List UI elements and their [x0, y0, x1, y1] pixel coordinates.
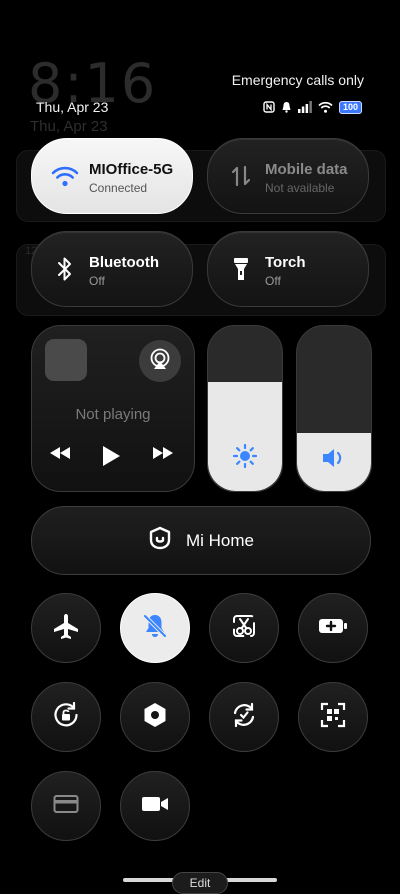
- torch-title: Torch: [265, 254, 306, 271]
- previous-icon: [49, 446, 71, 465]
- previous-button[interactable]: [49, 446, 71, 465]
- brightness-slider[interactable]: [207, 325, 283, 492]
- album-art[interactable]: [45, 339, 87, 381]
- auto-sync-toggle[interactable]: [209, 682, 279, 752]
- bluetooth-tile[interactable]: Bluetooth Off: [31, 231, 193, 307]
- settings-toggle[interactable]: [120, 682, 190, 752]
- hexagon-icon: [143, 702, 167, 733]
- edit-button[interactable]: Edit: [172, 872, 228, 894]
- mobile-data-tile[interactable]: Mobile data Not available: [207, 138, 369, 214]
- next-button[interactable]: [152, 446, 174, 465]
- card-icon: [53, 794, 79, 819]
- wifi-tile[interactable]: MIOffice-5G Connected: [31, 138, 193, 214]
- screenshot-toggle[interactable]: [209, 593, 279, 663]
- media-status: Not playing: [75, 406, 151, 423]
- nfc-icon: [263, 101, 275, 113]
- mi-home-button[interactable]: Mi Home: [31, 506, 371, 575]
- qr-scan-icon: [320, 702, 346, 733]
- airplane-mode-toggle[interactable]: [31, 593, 101, 663]
- wifi-icon: [318, 101, 333, 113]
- bluetooth-status: Off: [89, 274, 105, 288]
- card-toggle[interactable]: [31, 771, 101, 841]
- video-camera-icon: [141, 794, 169, 819]
- airplane-icon: [52, 612, 80, 645]
- battery-saver-toggle[interactable]: [298, 593, 368, 663]
- next-icon: [152, 446, 174, 465]
- screen-recorder-toggle[interactable]: [120, 771, 190, 841]
- cast-output-button[interactable]: [139, 340, 181, 382]
- notification-icon: [281, 101, 292, 113]
- scissors-icon: [231, 613, 257, 644]
- mobile-data-icon: [226, 161, 256, 191]
- mobile-data-title: Mobile data: [265, 161, 348, 178]
- sync-icon: [230, 701, 258, 734]
- wifi-network-name: MIOffice-5G: [89, 161, 174, 178]
- signal-icon: [297, 101, 312, 113]
- mi-home-icon: [148, 526, 172, 555]
- carrier-status: Emergency calls only: [231, 72, 364, 88]
- bluetooth-title: Bluetooth: [89, 254, 159, 271]
- mute-toggle[interactable]: [120, 593, 190, 663]
- status-bar-icons: 100: [263, 100, 362, 114]
- torch-icon: [226, 254, 256, 284]
- torch-tile[interactable]: Torch Off: [207, 231, 369, 307]
- bell-off-icon: [141, 612, 169, 645]
- volume-slider[interactable]: [296, 325, 372, 492]
- wifi-status: Connected: [89, 181, 148, 195]
- speaker-icon: [297, 447, 371, 469]
- background-date: Thu, Apr 23: [30, 118, 108, 135]
- header-date: Thu, Apr 23: [36, 99, 109, 115]
- media-player: Not playing: [31, 325, 195, 492]
- play-button[interactable]: [101, 445, 121, 472]
- play-icon: [101, 445, 121, 472]
- scanner-toggle[interactable]: [298, 682, 368, 752]
- sun-icon: [208, 443, 282, 469]
- mi-home-label: Mi Home: [185, 530, 254, 550]
- battery-icon: 100: [338, 100, 362, 114]
- battery-plus-icon: [318, 616, 348, 641]
- rotation-lock-toggle[interactable]: [31, 682, 101, 752]
- torch-status: Off: [265, 274, 281, 288]
- rotation-lock-icon: [52, 701, 80, 734]
- cast-icon: [148, 347, 172, 376]
- bluetooth-icon: [50, 254, 80, 284]
- mobile-data-status: Not available: [265, 181, 335, 195]
- brightness-level: [208, 382, 282, 491]
- wifi-icon: [50, 161, 80, 191]
